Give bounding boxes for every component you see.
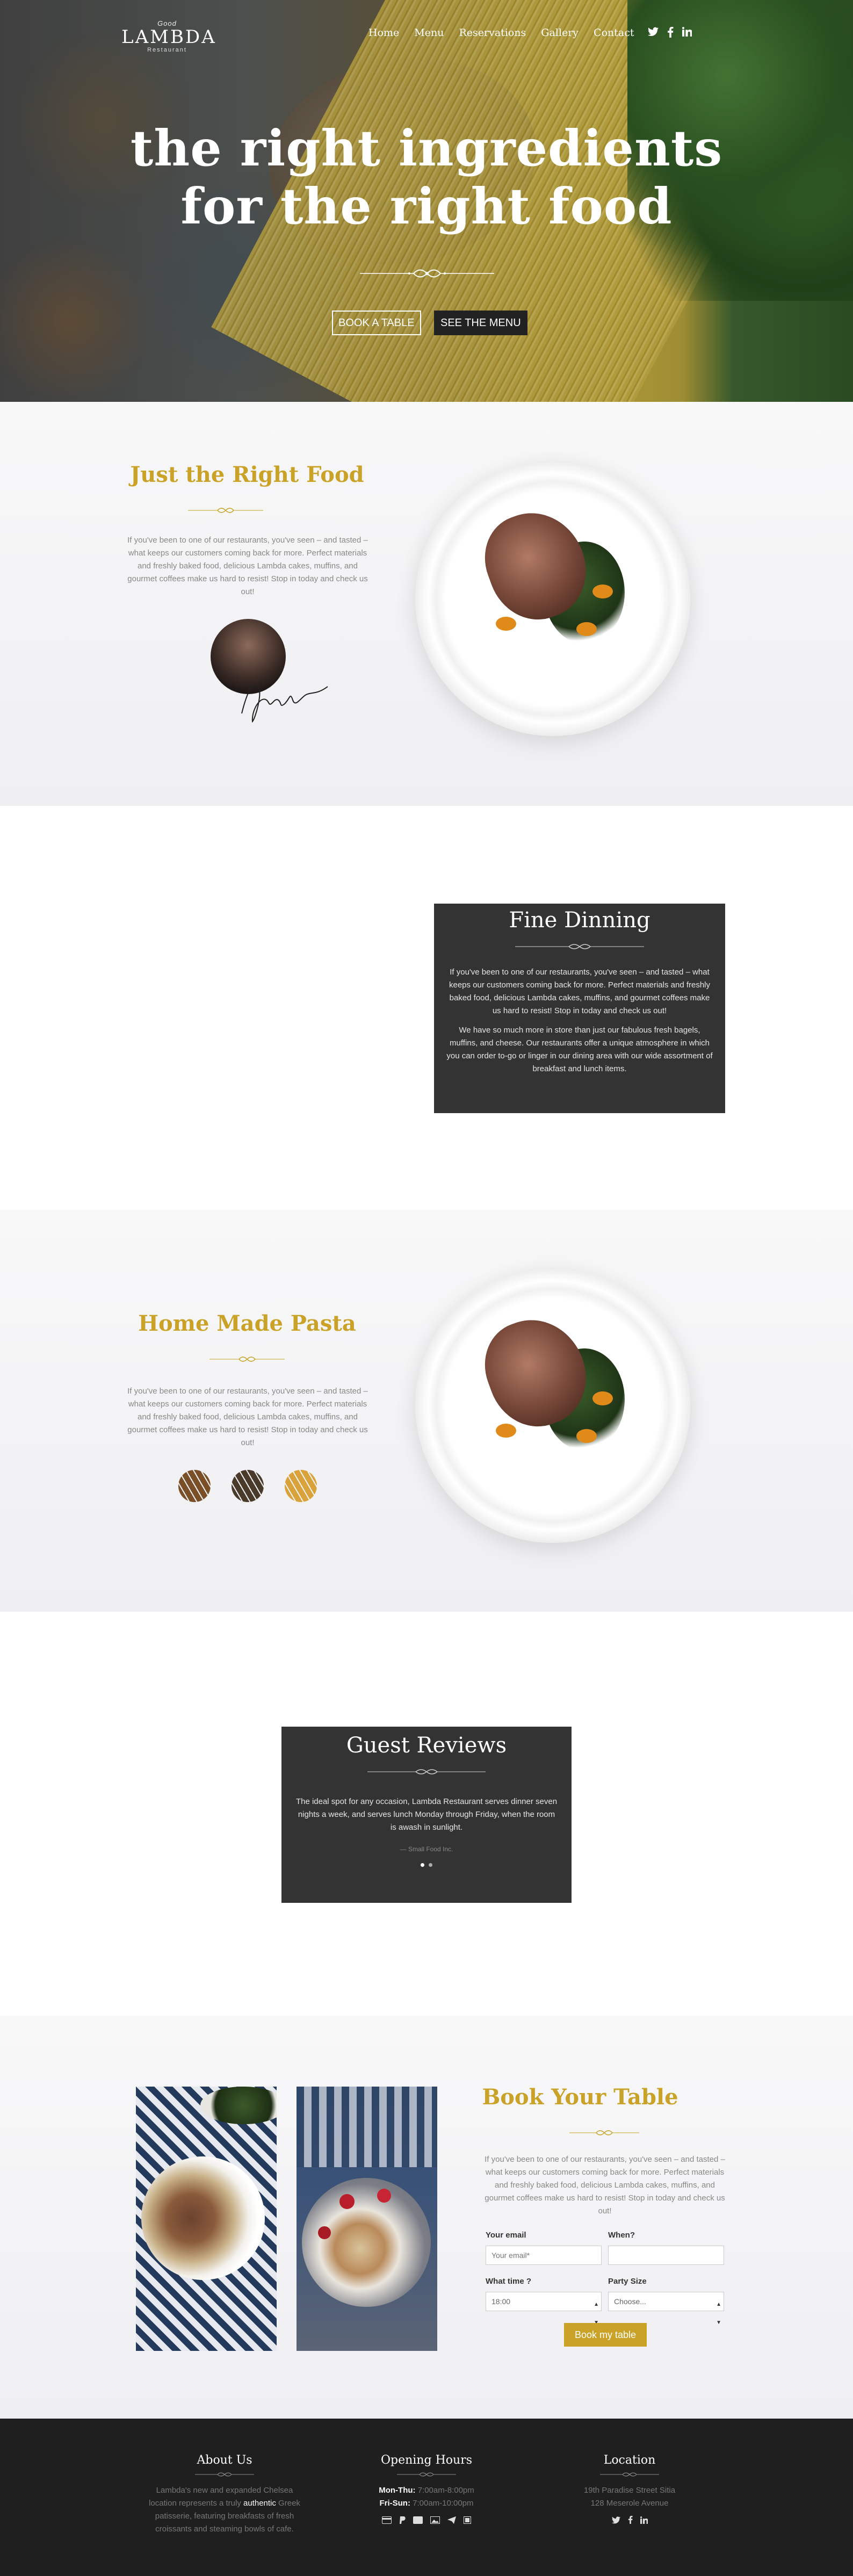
grid-icon — [464, 2515, 471, 2528]
credit-card-icon — [382, 2515, 392, 2528]
steak-plate-image — [415, 461, 690, 736]
ornament-divider — [188, 506, 263, 517]
ornament-divider — [397, 2472, 456, 2477]
ornament-divider — [600, 2472, 659, 2477]
review-author: — Small Food Inc. — [400, 1845, 453, 1853]
chef-signature — [236, 670, 333, 727]
dessert-photo — [297, 2087, 437, 2351]
carousel-dot-2[interactable] — [429, 1863, 432, 1867]
fine-dinning-text-1: If you've been to one of our restaurants… — [449, 968, 711, 1015]
fine-dinning-card: Fine Dinning If you've been to one of ou… — [434, 904, 725, 1113]
ornament-divider — [434, 942, 725, 951]
payment-icons — [346, 2515, 507, 2528]
ornament-divider — [195, 2472, 254, 2477]
twitter-icon[interactable] — [611, 2515, 620, 2528]
pasta-text: If you've been to one of our restaurants… — [127, 1387, 368, 1447]
pasta-swatch-gold[interactable] — [285, 1470, 317, 1502]
nav-home[interactable]: Home — [368, 27, 399, 39]
right-food-title: Just the Right Food — [130, 462, 364, 487]
party-label: Party Size — [608, 2277, 647, 2286]
brand-logo[interactable]: Good LAMBDA Restaurant — [121, 19, 216, 53]
select-arrows-icon: ▲▼ — [716, 2301, 721, 2326]
main-nav: Home Menu Reservations Gallery Contact — [368, 27, 634, 39]
reviews-title: Guest Reviews — [346, 1733, 507, 1758]
reviews-card: Guest Reviews The ideal spot for any occ… — [281, 1727, 572, 1903]
pasta-swatch-brown[interactable] — [178, 1470, 211, 1502]
nav-gallery[interactable]: Gallery — [541, 27, 579, 39]
pasta-section: Home Made Pasta If you've been to one of… — [0, 1210, 853, 1612]
hero-title-line2: for the right food — [180, 177, 673, 235]
send-icon — [447, 2515, 456, 2528]
location-line-2: 128 Meserole Avenue — [590, 2499, 669, 2508]
brand-name: LAMBDA — [121, 26, 216, 48]
nav-contact[interactable]: Contact — [594, 27, 634, 39]
book-text: If you've been to one of our restaurants… — [485, 2155, 725, 2216]
hero-title-line1: the right ingredients — [130, 119, 723, 177]
book-section: Book Your Table If you've been to one of… — [0, 2016, 853, 2419]
review-quote: The ideal spot for any occasion, Lambda … — [295, 1797, 558, 1832]
footer: About Us Lambda's new and expanded Chels… — [0, 2419, 853, 2576]
card-icon — [413, 2515, 423, 2528]
linkedin-icon[interactable] — [682, 27, 692, 41]
location-line-1: 19th Paradise Street Sitia — [583, 2486, 676, 2495]
email-label: Your email — [486, 2231, 526, 2240]
time-select[interactable]: 18:00 ▲▼ — [486, 2292, 602, 2326]
email-input[interactable] — [486, 2246, 602, 2265]
footer-hours-title: Opening Hours — [381, 2454, 472, 2467]
footer-location-title: Location — [603, 2454, 656, 2467]
reviews-section: Guest Reviews The ideal spot for any occ… — [0, 1612, 853, 2016]
footer-about-text: Lambda's new and expanded Chelsea locati… — [149, 2486, 300, 2534]
hours-row-1: Mon-Thu: 7:00am-8:00pm — [379, 2486, 474, 2495]
hours-row-2: Fri-Sun: 7:00am-10:00pm — [379, 2499, 474, 2508]
pasta-title: Home Made Pasta — [138, 1311, 356, 1336]
date-input[interactable] — [608, 2246, 724, 2265]
facebook-icon[interactable] — [628, 2515, 633, 2528]
book-my-table-button[interactable]: Book my table — [564, 2323, 647, 2347]
steak-dish-photo — [136, 2087, 277, 2351]
fine-dinning-title: Fine Dinning — [509, 908, 650, 933]
twitter-icon[interactable] — [648, 27, 659, 41]
steak-plate-image — [415, 1268, 690, 1543]
fine-dinning-text-2: We have so much more in store than just … — [446, 1026, 713, 1073]
hero-section: Good LAMBDA Restaurant Home Menu Reserva… — [0, 0, 853, 402]
social-links — [648, 27, 692, 41]
paypal-icon — [399, 2515, 406, 2528]
nav-menu[interactable]: Menu — [414, 27, 444, 39]
right-food-section: Just the Right Food If you've been to on… — [0, 402, 853, 806]
party-size-select[interactable]: Choose... ▲ ▼ — [608, 2292, 724, 2326]
ornament-divider — [209, 1355, 285, 1366]
carousel-dots — [281, 1863, 572, 1867]
time-select-value: 18:00 — [491, 2297, 511, 2306]
time-label: What time ? — [486, 2277, 531, 2286]
nav-reservations[interactable]: Reservations — [459, 27, 526, 39]
party-size-value: Choose... — [614, 2297, 646, 2306]
facebook-icon[interactable] — [667, 27, 674, 41]
footer-hours: Opening Hours Mon-Thu: 7:00am-8:00pm Fri… — [346, 2454, 507, 2528]
footer-about: About Us Lambda's new and expanded Chels… — [144, 2454, 305, 2536]
right-food-text: If you've been to one of our restaurants… — [127, 536, 368, 596]
ornament-divider — [569, 2128, 639, 2140]
pasta-swatch-dark[interactable] — [232, 1470, 264, 1502]
footer-social — [549, 2515, 710, 2528]
footer-about-title: About Us — [197, 2454, 252, 2467]
ornament-divider — [281, 1767, 572, 1776]
fine-dinning-section: Fine Dinning If you've been to one of ou… — [0, 806, 853, 1210]
book-title: Book Your Table — [482, 2084, 678, 2110]
linkedin-icon[interactable] — [640, 2515, 648, 2528]
see-menu-button[interactable]: SEE THE MENU — [434, 311, 527, 335]
when-label: When? — [608, 2231, 635, 2240]
book-table-button[interactable]: BOOK A TABLE — [332, 311, 421, 335]
ornament-divider — [360, 265, 494, 284]
footer-location: Location 19th Paradise Street Sitia 128 … — [549, 2454, 710, 2528]
image-icon — [430, 2515, 440, 2528]
carousel-dot-1[interactable] — [421, 1863, 424, 1867]
